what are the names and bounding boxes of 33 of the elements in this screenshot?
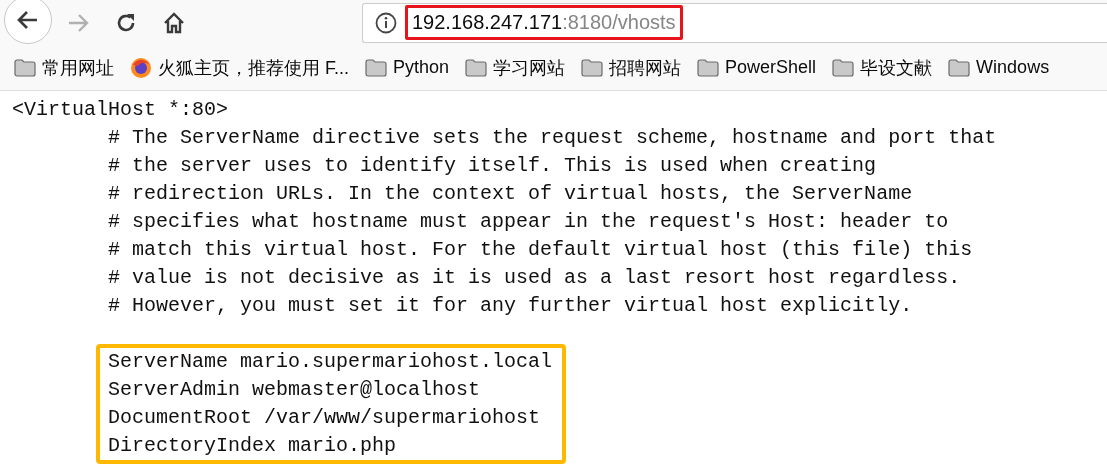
info-icon: [375, 11, 397, 34]
code-comment: # specifies what hostname must appear in the request's Host: header to: [108, 210, 949, 233]
code-line: <VirtualHost *:80>: [12, 97, 229, 123]
folder-icon: [365, 58, 387, 77]
bookmark-item[interactable]: PowerShell: [697, 57, 817, 78]
code-comment: # redirection URLs. In the context of virtual hosts, the ServerName: [108, 182, 913, 205]
address-bar[interactable]: 192.168.247.171:8180/vhosts: [362, 2, 1107, 43]
folder-icon: [14, 58, 36, 77]
code-line: ServerName mario.supermariohost.local: [108, 349, 553, 375]
folder-icon: [465, 58, 488, 77]
code-comment: # match this virtual host. For the default virtual host (this file) this: [108, 238, 973, 261]
code-line: DocumentRoot /var/www/supermariohost: [108, 405, 542, 431]
back-button[interactable]: [4, 0, 52, 44]
code-comment: # value is not decisive as it is used as a last resort host regardless.: [108, 266, 961, 289]
folder-icon: [581, 58, 604, 77]
code-comment: # the server uses to identify itself. This is used when creating: [108, 154, 877, 177]
code-comment: # The ServerName directive sets the request scheme, hostname and port that: [108, 126, 997, 149]
bookmark-item[interactable]: Windows: [948, 57, 1050, 78]
bookmark-item[interactable]: 常用网址: [14, 55, 114, 80]
folder-icon: [697, 58, 720, 77]
bookmark-item[interactable]: 招聘网站: [581, 55, 682, 80]
code-comment: # However, you must set it for any further virtual host explicitly.: [108, 294, 913, 317]
folder-icon: [948, 58, 971, 77]
code-line: ServerAdmin webmaster@localhost: [108, 377, 482, 403]
bookmark-item[interactable]: 火狐主页，推荐使用 F...: [130, 55, 349, 80]
folder-icon: [832, 58, 855, 77]
bookmark-item[interactable]: 学习网站: [465, 55, 566, 80]
code-line: DirectoryIndex mario.php: [108, 433, 398, 459]
fox-globe-icon: [130, 56, 152, 79]
home-icon: [162, 10, 186, 35]
bookmark-item[interactable]: 毕设文献: [832, 55, 933, 80]
url-text: 192.168.247.171:8180/vhosts: [405, 5, 683, 40]
bookmark-item[interactable]: Python: [365, 57, 450, 78]
